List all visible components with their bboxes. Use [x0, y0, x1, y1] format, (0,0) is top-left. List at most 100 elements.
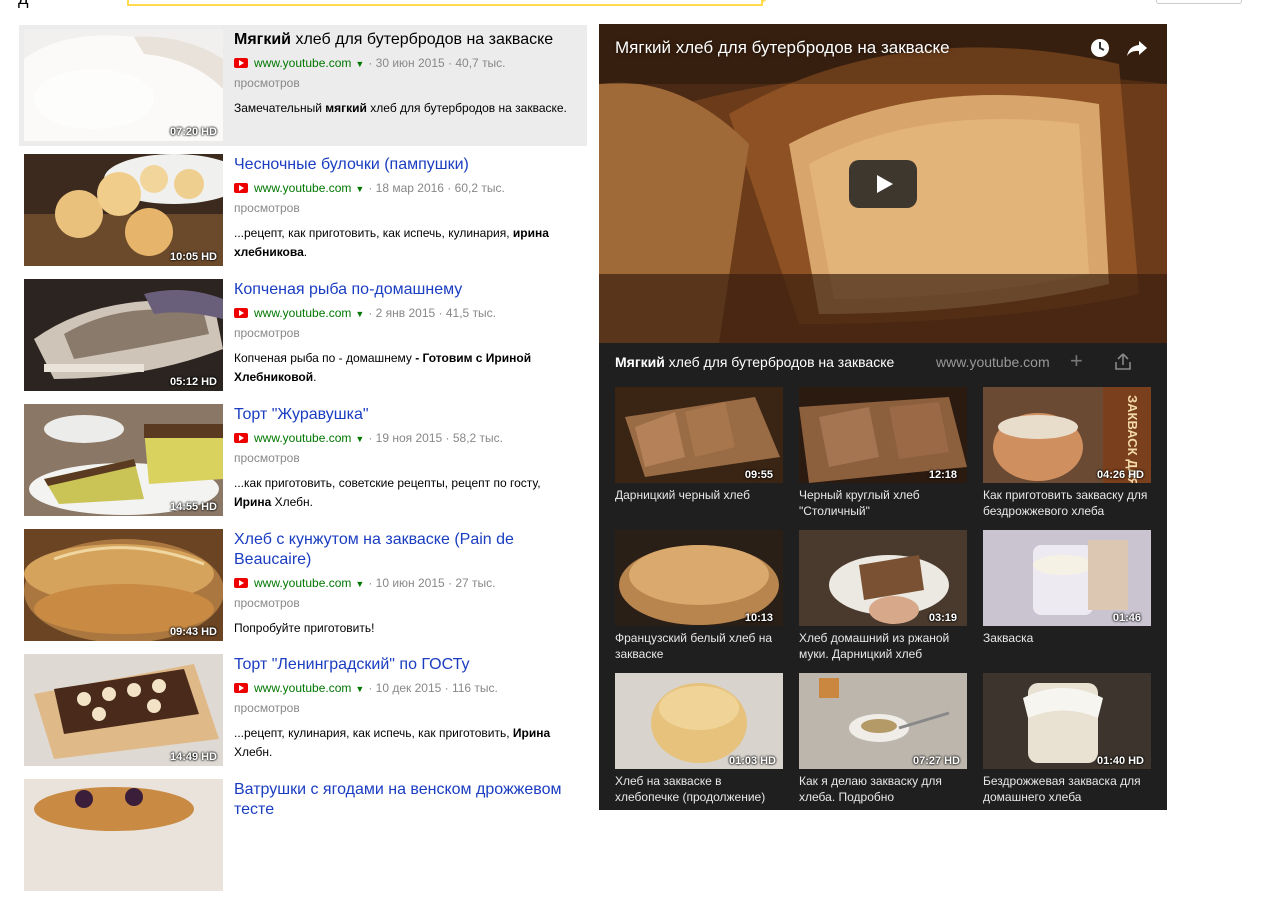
video-thumbnail[interactable]: 14:49 HD — [24, 654, 223, 766]
share-icon[interactable] — [1126, 38, 1148, 58]
result-item[interactable]: 10:05 HD Чесночные булочки (пампушки) www… — [19, 150, 587, 275]
result-url[interactable]: www.youtube.com — [254, 576, 351, 590]
thumbnail-image — [24, 654, 223, 766]
duration-badge: 07:20 HD — [169, 126, 217, 138]
duration-badge: 01:03 HD — [728, 755, 776, 767]
result-meta: www.youtube.com ▼ · 2 янв 2015 · 41,5 тыс.… — [234, 306, 497, 340]
thumbnail-image — [24, 779, 223, 891]
result-title[interactable]: Хлеб с кунжутом на закваске (Pain de Bea… — [234, 530, 579, 570]
result-meta: www.youtube.com ▼ · 30 июн 2015 · 40,7 тыс… — [234, 56, 506, 90]
result-url[interactable]: www.youtube.com — [254, 56, 351, 70]
header-button[interactable] — [1156, 0, 1242, 4]
result-title[interactable]: Мягкий хлеб для бутербродов на закваске — [234, 30, 579, 50]
thumbnail-image — [24, 529, 223, 641]
video-thumbnail[interactable] — [24, 779, 223, 891]
caret-down-icon[interactable]: ▼ — [355, 184, 364, 194]
youtube-icon — [234, 58, 248, 68]
result-title[interactable]: Копченая рыба по-домашнему — [234, 280, 579, 300]
related-label[interactable]: Как я делаю закваску для хлеба. Подробно — [799, 773, 967, 805]
related-thumbnail[interactable]: 07:27 HD — [799, 673, 967, 769]
thumbnail-image — [24, 279, 223, 391]
duration-badge: 10:13 — [744, 612, 773, 624]
video-thumbnail[interactable]: 05:12 HD — [24, 279, 223, 391]
result-item[interactable]: 14:49 HD Торт "Ленинградский" по ГОСТу ww… — [19, 650, 587, 775]
result-title[interactable]: Ватрушки с ягодами на венском дрожжевом … — [234, 780, 579, 820]
result-url[interactable]: www.youtube.com — [254, 431, 351, 445]
caret-down-icon[interactable]: ▼ — [355, 684, 364, 694]
result-item[interactable]: 14:55 HD Торт "Журавушка" www.youtube.com… — [19, 400, 587, 525]
duration-badge: 04:26 HD — [1096, 469, 1144, 481]
player-info-bar: Мягкий хлеб для бутербродов на закваске … — [599, 343, 1167, 383]
related-label[interactable]: Хлеб домашний из ржаной муки. Дарницкий … — [799, 630, 967, 662]
results-list: 07:20 HD Мягкий хлеб для бутербродов на з… — [19, 25, 587, 900]
logo-fragment[interactable]: д — [18, 0, 29, 7]
video-player[interactable]: Мягкий хлеб для бутербродов на закваске — [599, 24, 1167, 343]
search-button[interactable] — [761, 0, 769, 4]
duration-badge: 01:40 HD — [1096, 755, 1144, 767]
caret-down-icon[interactable]: ▼ — [355, 434, 364, 444]
result-url[interactable]: www.youtube.com — [254, 181, 351, 195]
clock-icon[interactable] — [1090, 38, 1110, 58]
search-input[interactable] — [127, 0, 769, 6]
player-url[interactable]: www.youtube.com — [936, 354, 1050, 370]
result-meta: www.youtube.com ▼ · 10 дек 2015 · 116 тыс.… — [234, 681, 498, 715]
result-url[interactable]: www.youtube.com — [254, 306, 351, 320]
related-thumbnail[interactable]: 09:55 — [615, 387, 783, 483]
video-thumbnail[interactable]: 07:20 HD — [24, 29, 223, 141]
related-thumbnail[interactable]: 12:18 — [799, 387, 967, 483]
youtube-icon — [234, 183, 248, 193]
result-title[interactable]: Торт "Ленинградский" по ГОСТу — [234, 655, 579, 675]
related-label[interactable]: Французский белый хлеб на закваске — [615, 630, 783, 662]
duration-badge: 03:19 — [928, 612, 957, 624]
result-meta: www.youtube.com ▼ · 10 июн 2015 · 27 тыс. п… — [234, 576, 496, 610]
duration-badge: 05:12 HD — [169, 376, 217, 388]
related-label[interactable]: Бездрожжевая закваска для домашнего хлеб… — [983, 773, 1151, 805]
result-url[interactable]: www.youtube.com — [254, 681, 351, 695]
duration-badge: 12:18 — [928, 469, 957, 481]
result-item[interactable]: 05:12 HD Копченая рыба по-домашнему www.y… — [19, 275, 587, 400]
duration-badge: 14:55 HD — [169, 501, 217, 513]
plus-icon[interactable]: + — [1070, 349, 1083, 373]
play-icon[interactable] — [849, 160, 917, 208]
result-title[interactable]: Чесночные булочки (пампушки) — [234, 155, 579, 175]
result-description: Попробуйте приготовить! — [234, 621, 375, 635]
related-label[interactable]: Дарницкий черный хлеб — [615, 487, 783, 503]
video-thumbnail[interactable]: 14:55 HD — [24, 404, 223, 516]
video-player-panel: Мягкий хлеб для бутербродов на закваске … — [599, 24, 1167, 810]
upload-icon[interactable] — [1114, 353, 1132, 371]
result-item[interactable]: Ватрушки с ягодами на венском дрожжевом … — [19, 775, 587, 900]
related-thumbnail[interactable]: 01:03 HD — [615, 673, 783, 769]
thumbnail-image — [24, 404, 223, 516]
video-thumbnail[interactable]: 10:05 HD — [24, 154, 223, 266]
duration-badge: 01:46 — [1112, 612, 1141, 624]
related-thumbnail[interactable]: 01:46 — [983, 530, 1151, 626]
result-description: ...рецепт, кулинария, как испечь, как пр… — [234, 726, 551, 759]
related-label[interactable]: Закваска — [983, 630, 1151, 646]
related-label[interactable]: Как приготовить закваску для бездрожжево… — [983, 487, 1151, 519]
player-video-title[interactable]: Мягкий хлеб для бутербродов на закваске — [615, 354, 894, 370]
top-bar: д — [0, 0, 1261, 8]
related-thumbnail[interactable]: 10:13 — [615, 530, 783, 626]
caret-down-icon[interactable]: ▼ — [355, 59, 364, 69]
result-description: ...как приготовить, советские рецепты, р… — [234, 476, 541, 509]
result-description: ...рецепт, как приготовить, как испечь, … — [234, 226, 549, 259]
caret-down-icon[interactable]: ▼ — [355, 579, 364, 589]
result-title[interactable]: Торт "Журавушка" — [234, 405, 579, 425]
result-item[interactable]: 07:20 HD Мягкий хлеб для бутербродов на з… — [19, 25, 587, 146]
caret-down-icon[interactable]: ▼ — [355, 309, 364, 319]
result-meta: www.youtube.com ▼ · 19 ноя 2015 · 58,2 тыс… — [234, 431, 503, 465]
duration-badge: 09:55 — [744, 469, 773, 481]
result-item[interactable]: 09:43 HD Хлеб с кунжутом на закваске (Pai… — [19, 525, 587, 650]
related-label[interactable]: Черный круглый хлеб "Столичный" — [799, 487, 967, 519]
related-thumbnail[interactable]: 01:40 HD — [983, 673, 1151, 769]
duration-badge: 14:49 HD — [169, 751, 217, 763]
youtube-icon — [234, 578, 248, 588]
duration-badge: 10:05 HD — [169, 251, 217, 263]
video-title[interactable]: Мягкий хлеб для бутербродов на закваске — [615, 38, 950, 58]
related-thumbnail[interactable]: 03:19 — [799, 530, 967, 626]
video-thumbnail[interactable]: 09:43 HD — [24, 529, 223, 641]
related-label[interactable]: Хлеб на закваске в хлебопечке (продолжен… — [615, 773, 783, 805]
youtube-icon — [234, 683, 248, 693]
duration-badge: 07:27 HD — [912, 755, 960, 767]
related-thumbnail[interactable]: ЗАКВАСК ДЛЯ ХЛЕБ 04:26 HD — [983, 387, 1151, 483]
